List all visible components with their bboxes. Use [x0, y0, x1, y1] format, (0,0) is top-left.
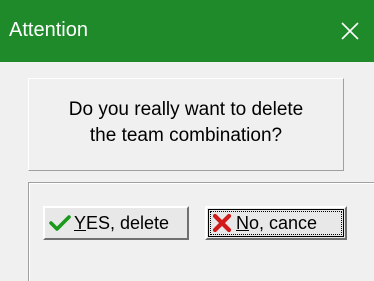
- no-cancel-button[interactable]: No, cance: [205, 206, 347, 240]
- window-title: Attention: [9, 19, 88, 41]
- cross-icon: [211, 212, 233, 234]
- no-label-rest: o, cance: [249, 212, 318, 233]
- yes-delete-button[interactable]: YES, delete: [43, 206, 189, 240]
- message-line-1: Do you really want to delete: [68, 99, 304, 120]
- no-cancel-label: No, cance: [236, 213, 317, 234]
- yes-mnemonic: Y: [74, 212, 87, 233]
- yes-label-rest: ES, delete: [86, 212, 170, 233]
- title-bar: Attention: [0, 0, 374, 62]
- no-mnemonic: N: [236, 212, 249, 233]
- message-text: Do you really want to delete the team co…: [29, 97, 343, 149]
- dialog-window: Attention Do you really want to delete t…: [0, 0, 374, 281]
- message-panel: Do you really want to delete the team co…: [28, 78, 344, 171]
- close-button[interactable]: [326, 0, 374, 62]
- message-line-2: the team combination?: [89, 125, 283, 146]
- close-icon: [341, 22, 359, 40]
- yes-delete-label: YES, delete: [74, 213, 169, 234]
- checkmark-icon: [49, 212, 71, 234]
